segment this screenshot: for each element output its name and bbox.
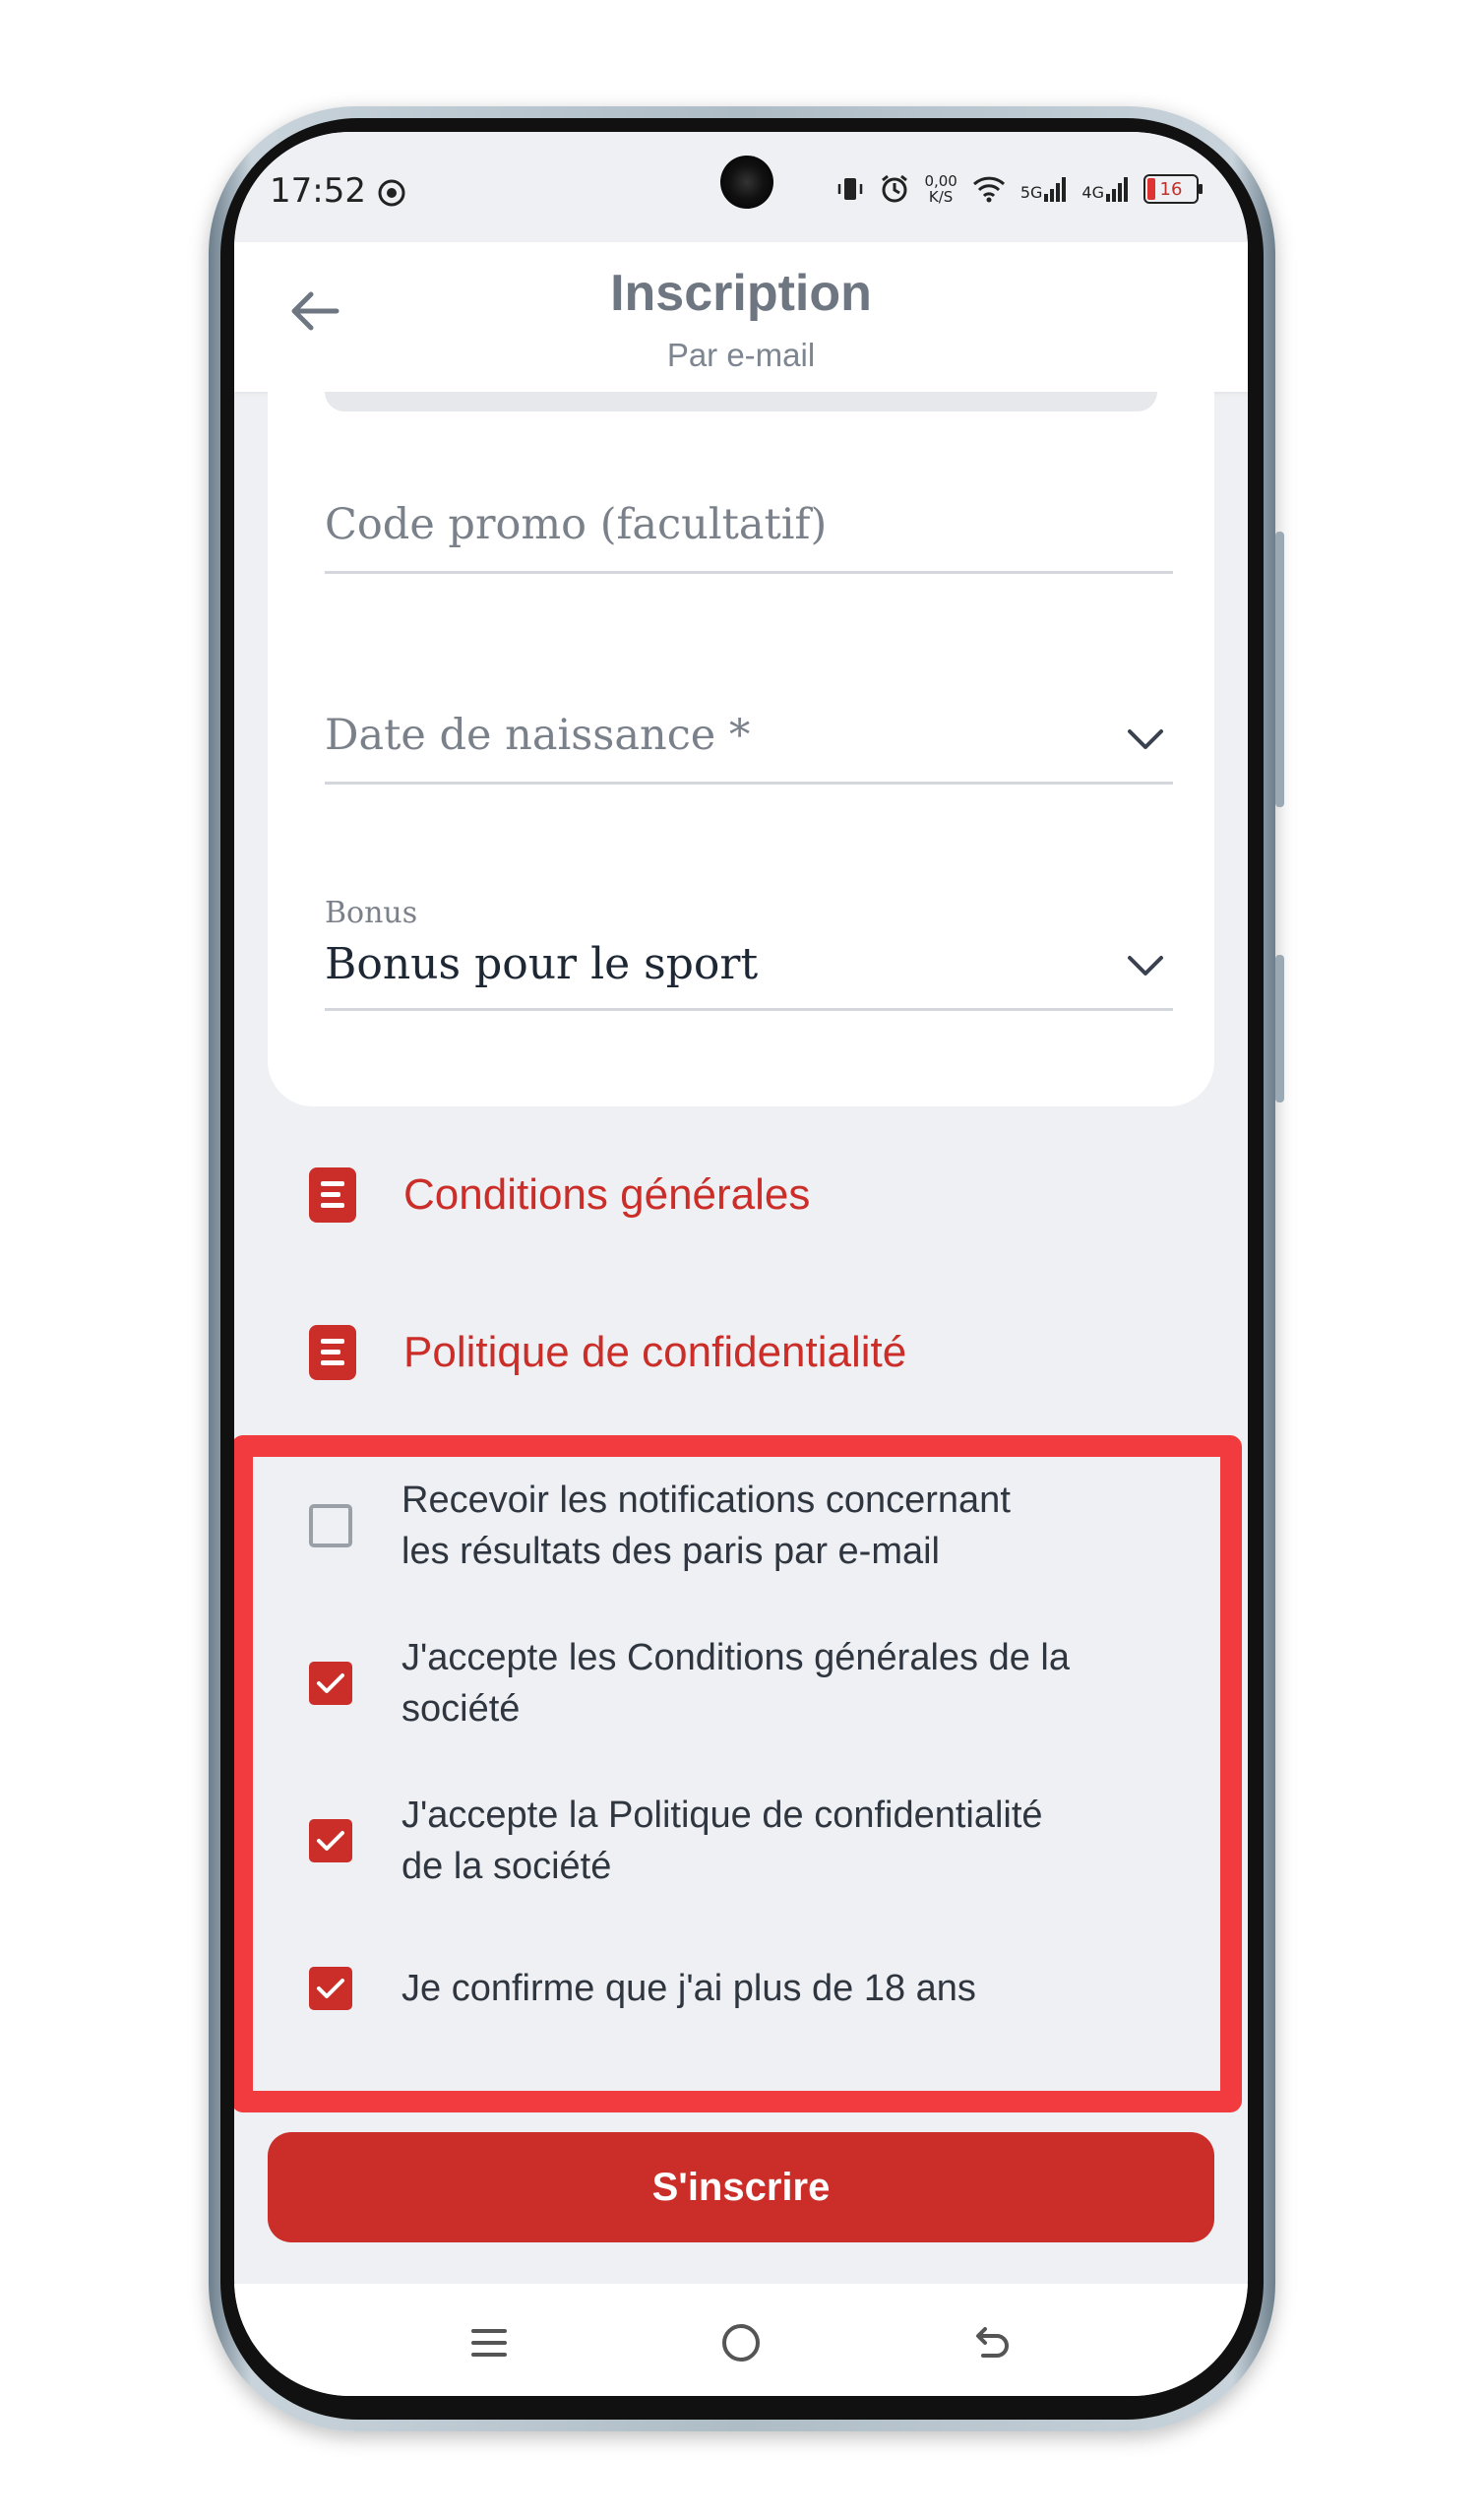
- back-button[interactable]: [963, 2313, 1022, 2372]
- menu-button[interactable]: [460, 2313, 519, 2372]
- status-bar: 17:52 0,00 K/S 5G 4G 16: [234, 132, 1248, 242]
- status-time: 17:52: [270, 171, 366, 211]
- home-icon: [722, 2324, 760, 2362]
- chevron-down-icon[interactable]: [1126, 953, 1165, 978]
- page-subtitle: Par e-mail: [666, 337, 816, 373]
- birthdate-placeholder: Date de naissance *: [325, 711, 751, 760]
- previous-field-edge: [325, 392, 1157, 411]
- birthdate-field[interactable]: Date de naissance *: [325, 687, 1173, 785]
- signal-4g: 4G: [1081, 176, 1130, 202]
- terms-link[interactable]: Conditions générales: [309, 1167, 810, 1223]
- front-camera: [720, 156, 773, 209]
- signal-bars-icon: [1106, 177, 1128, 202]
- whatsapp-icon: [378, 179, 405, 207]
- document-icon: [309, 1167, 356, 1223]
- page-title: Inscription: [610, 265, 872, 322]
- wifi-icon: [972, 176, 1005, 203]
- signal-4g-label: 4G: [1081, 183, 1104, 202]
- system-nav-bar: [234, 2284, 1248, 2396]
- privacy-link-label: Politique de confidentialité: [403, 1328, 907, 1376]
- privacy-link[interactable]: Politique de confidentialité: [309, 1325, 906, 1380]
- net-speed: 0,00 K/S: [924, 172, 957, 206]
- battery-level: 16: [1159, 178, 1183, 200]
- battery-indicator: 16: [1143, 174, 1203, 204]
- bonus-value: Bonus pour le sport: [325, 939, 759, 989]
- bonus-select[interactable]: Bonus Bonus pour le sport: [325, 884, 1173, 1011]
- highlight-box: [234, 1435, 1242, 2112]
- terms-link-label: Conditions générales: [403, 1170, 811, 1219]
- signal-5g-label: 5G: [1019, 183, 1043, 202]
- battery-tip: [1199, 184, 1203, 194]
- promo-code-field[interactable]: Code promo (facultatif): [325, 476, 1173, 574]
- home-button[interactable]: [711, 2313, 771, 2372]
- menu-icon: [471, 2329, 507, 2357]
- app-header: Inscription Par e-mail: [234, 242, 1248, 392]
- document-icon: [309, 1325, 356, 1380]
- screen: 17:52 0,00 K/S 5G 4G 16 Inscription Par …: [234, 132, 1248, 2396]
- battery-icon: 16: [1143, 174, 1199, 204]
- signal-bars-icon: [1044, 177, 1067, 202]
- bonus-label: Bonus: [325, 896, 418, 930]
- register-button[interactable]: S'inscrire: [268, 2132, 1214, 2242]
- promo-code-placeholder: Code promo (facultatif): [325, 500, 828, 549]
- back-icon: [976, 2327, 1009, 2358]
- alarm-icon: [882, 174, 908, 203]
- status-icons: 0,00 K/S 5G 4G 16: [835, 173, 1203, 205]
- chevron-down-icon[interactable]: [1126, 726, 1165, 752]
- vibrate-icon: [838, 178, 863, 200]
- volume-button: [1275, 532, 1284, 807]
- power-button: [1275, 955, 1284, 1102]
- signal-5g: 5G: [1020, 176, 1069, 202]
- form-card: Code promo (facultatif) Date de naissanc…: [268, 392, 1214, 1106]
